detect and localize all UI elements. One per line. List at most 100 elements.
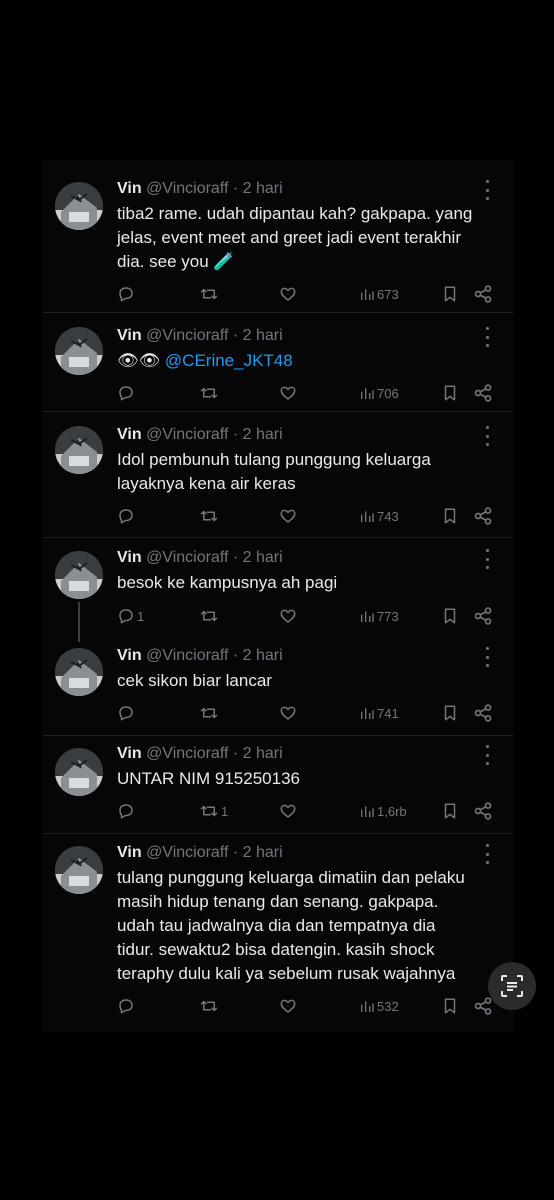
views-icon[interactable]: 743 xyxy=(359,504,399,528)
reply-icon[interactable] xyxy=(117,381,137,405)
mention-link[interactable]: @CErine_JKT48 xyxy=(165,351,293,370)
display-name[interactable]: Vin xyxy=(117,327,142,344)
user-handle[interactable]: @Vincioraff xyxy=(146,745,228,762)
user-handle[interactable]: @Vincioraff xyxy=(146,844,228,861)
bookmark-icon[interactable] xyxy=(441,381,459,405)
tweet[interactable]: Vin @Vincioraff · 2 hari Idol pembunuh t… xyxy=(43,412,513,537)
user-handle[interactable]: @Vincioraff xyxy=(146,180,228,197)
display-name[interactable]: Vin xyxy=(117,180,142,197)
heart-icon[interactable] xyxy=(279,504,297,528)
display-name[interactable]: Vin xyxy=(117,647,142,664)
tweet[interactable]: Vin @Vincioraff · 2 hari tulang punggung… xyxy=(43,834,513,1032)
google-lens-icon[interactable] xyxy=(488,962,536,1010)
tweet[interactable]: Vin @Vincioraff · 2 hari besok ke kampus… xyxy=(43,538,513,642)
avatar[interactable] xyxy=(55,748,103,796)
heart-icon[interactable] xyxy=(279,701,297,725)
tweet[interactable]: Vin @Vincioraff · 2 hari cek sikon biar … xyxy=(43,636,513,735)
timestamp[interactable]: 2 hari xyxy=(243,745,283,762)
tweet-header: Vin @Vincioraff · 2 hari xyxy=(117,645,477,667)
timestamp[interactable]: 2 hari xyxy=(243,180,283,197)
heart-icon[interactable] xyxy=(279,604,297,628)
user-handle[interactable]: @Vincioraff xyxy=(146,327,228,344)
more-icon[interactable] xyxy=(479,844,495,864)
separator-dot: · xyxy=(232,844,239,861)
share-icon[interactable] xyxy=(473,604,493,628)
reply-icon[interactable] xyxy=(117,282,137,306)
reply-icon[interactable] xyxy=(117,799,137,823)
tweet[interactable]: Vin @Vincioraff · 2 hari UNTAR NIM 91525… xyxy=(43,736,513,832)
action-bar: 1 1,6rb xyxy=(117,799,497,823)
heart-icon[interactable] xyxy=(279,994,297,1018)
views-icon[interactable]: 741 xyxy=(359,701,399,725)
bookmark-icon[interactable] xyxy=(441,994,459,1018)
avatar[interactable] xyxy=(55,426,103,474)
views-icon[interactable]: 706 xyxy=(359,381,399,405)
tweet-line: tiba2 rame. udah dipantau kah? gakpapa. … xyxy=(117,204,473,223)
views-icon[interactable]: 1,6rb xyxy=(359,799,407,823)
avatar[interactable] xyxy=(55,182,103,230)
timestamp[interactable]: 2 hari xyxy=(243,844,283,861)
heart-icon[interactable] xyxy=(279,381,297,405)
bookmark-icon[interactable] xyxy=(441,282,459,306)
tweet-line: tidur. sewaktu2 bisa datengin. kasih sho… xyxy=(117,940,435,959)
action-bar: 532 xyxy=(117,994,497,1018)
timestamp[interactable]: 2 hari xyxy=(243,647,283,664)
reply-icon[interactable] xyxy=(117,994,137,1018)
more-icon[interactable] xyxy=(479,180,495,200)
views-icon[interactable]: 673 xyxy=(359,282,399,306)
reply-icon[interactable] xyxy=(117,504,137,528)
tweet-line: dia. see you 🧪 xyxy=(117,252,235,271)
more-icon[interactable] xyxy=(479,745,495,765)
avatar[interactable] xyxy=(55,551,103,599)
timestamp[interactable]: 2 hari xyxy=(243,549,283,566)
display-name[interactable]: Vin xyxy=(117,844,142,861)
more-icon[interactable] xyxy=(479,647,495,667)
tweet[interactable]: Vin @Vincioraff · 2 hari 👁👁 @CErine_JKT4… xyxy=(43,313,513,408)
display-name[interactable]: Vin xyxy=(117,549,142,566)
heart-icon[interactable] xyxy=(279,799,297,823)
more-icon[interactable] xyxy=(479,426,495,446)
heart-icon[interactable] xyxy=(279,282,297,306)
share-icon[interactable] xyxy=(473,799,493,823)
timestamp[interactable]: 2 hari xyxy=(243,426,283,443)
retweet-icon[interactable]: 1 xyxy=(199,799,228,823)
views-count: 741 xyxy=(377,705,399,721)
tweet[interactable]: Vin @Vincioraff · 2 hari tiba2 rame. uda… xyxy=(43,160,513,310)
tweet-text: 👁👁 @CErine_JKT48 xyxy=(117,349,507,373)
user-handle[interactable]: @Vincioraff xyxy=(146,426,228,443)
user-handle[interactable]: @Vincioraff xyxy=(146,647,228,664)
tweet-line: jelas, event meet and greet jadi event t… xyxy=(117,228,461,247)
views-icon[interactable]: 532 xyxy=(359,994,399,1018)
bookmark-icon[interactable] xyxy=(441,504,459,528)
avatar[interactable] xyxy=(55,648,103,696)
retweet-icon[interactable] xyxy=(199,701,221,725)
separator-dot: · xyxy=(232,647,239,664)
avatar[interactable] xyxy=(55,846,103,894)
share-icon[interactable] xyxy=(473,701,493,725)
more-icon[interactable] xyxy=(479,549,495,569)
timestamp[interactable]: 2 hari xyxy=(243,327,283,344)
action-bar: 673 xyxy=(117,282,497,306)
retweet-icon[interactable] xyxy=(199,604,221,628)
retweet-icon[interactable] xyxy=(199,994,221,1018)
bookmark-icon[interactable] xyxy=(441,604,459,628)
retweet-icon[interactable] xyxy=(199,381,221,405)
more-icon[interactable] xyxy=(479,327,495,347)
bookmark-icon[interactable] xyxy=(441,701,459,725)
views-icon[interactable]: 773 xyxy=(359,604,399,628)
avatar[interactable] xyxy=(55,327,103,375)
share-icon[interactable] xyxy=(473,504,493,528)
share-icon[interactable] xyxy=(473,381,493,405)
display-name[interactable]: Vin xyxy=(117,426,142,443)
reply-icon[interactable]: 1 xyxy=(117,604,144,628)
retweet-icon[interactable] xyxy=(199,504,221,528)
user-handle[interactable]: @Vincioraff xyxy=(146,549,228,566)
share-icon[interactable] xyxy=(473,282,493,306)
retweet-icon[interactable] xyxy=(199,282,221,306)
reply-icon[interactable] xyxy=(117,701,137,725)
tweet-line: tulang punggung keluarga dimatiin dan pe… xyxy=(117,868,465,887)
views-count: 673 xyxy=(377,286,399,302)
bookmark-icon[interactable] xyxy=(441,799,459,823)
action-bar: 741 xyxy=(117,701,497,725)
display-name[interactable]: Vin xyxy=(117,745,142,762)
